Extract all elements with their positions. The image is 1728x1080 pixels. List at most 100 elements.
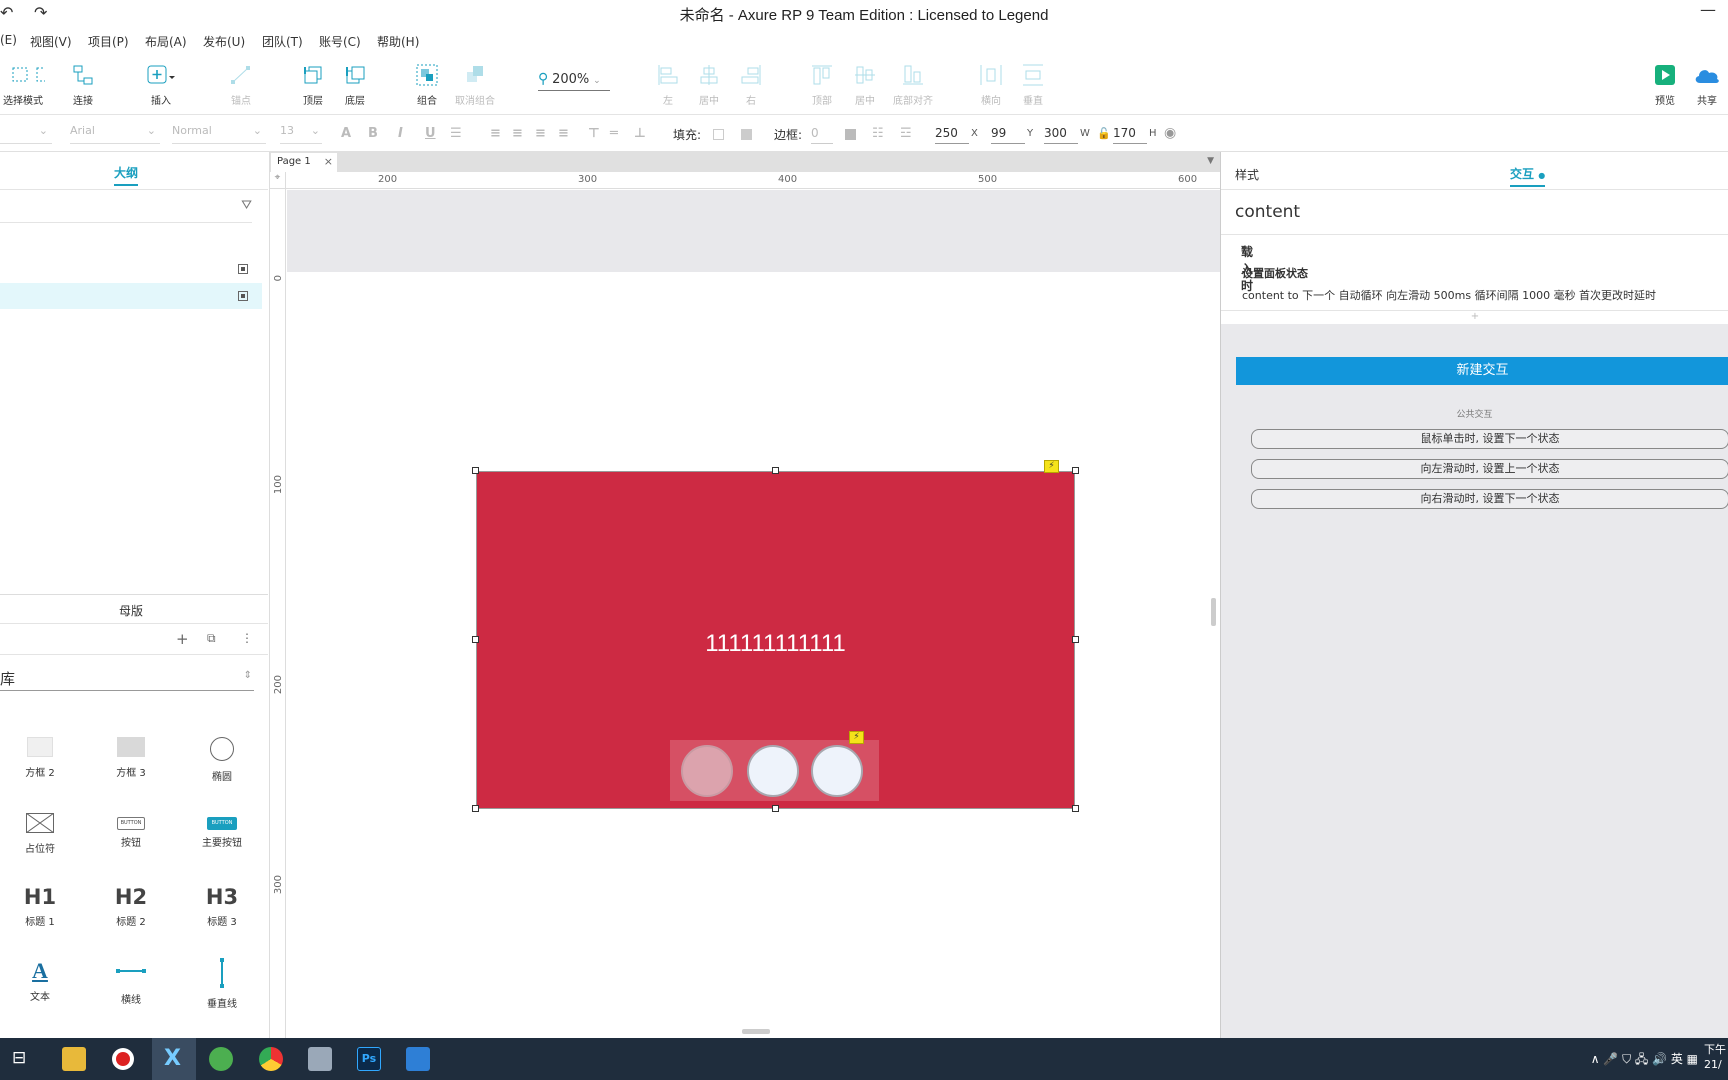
action-detail[interactable]: content to 下一个 自动循环 向左滑动 500ms 循环间隔 1000… xyxy=(1242,287,1656,303)
height-input[interactable]: 170 xyxy=(1113,126,1147,144)
widget-heading-2[interactable]: H2 标题 2 xyxy=(91,885,171,928)
axure-app-icon[interactable]: X xyxy=(152,1038,196,1080)
widget-name-field[interactable]: content xyxy=(1235,202,1300,222)
align-text-left-icon[interactable]: ≡ xyxy=(490,126,501,141)
font-style-select[interactable]: Normal ⌄ xyxy=(172,124,266,144)
resize-handle[interactable] xyxy=(772,805,779,812)
send-to-bottom-button[interactable]: 底层 xyxy=(330,64,380,107)
x-input[interactable]: 250 xyxy=(935,126,969,144)
justify-text-icon[interactable]: ≡ xyxy=(558,126,569,141)
copy-icon[interactable]: ⧉ xyxy=(207,631,216,646)
menu-view[interactable]: 视图(V) xyxy=(30,33,72,50)
add-action-icon[interactable]: + xyxy=(1221,310,1728,324)
interaction-badge-icon[interactable]: ⚡ xyxy=(849,731,864,744)
clock[interactable]: 下午 21/ xyxy=(1704,1042,1726,1072)
share-button[interactable]: 共享 xyxy=(1682,64,1728,107)
align-middle-button[interactable]: 居中 xyxy=(840,64,890,107)
menu-layout[interactable]: 布局(A) xyxy=(145,33,187,50)
tab-style[interactable]: 样式 xyxy=(1235,166,1259,183)
menu-account[interactable]: 账号(C) xyxy=(319,33,361,50)
insert-button[interactable]: 插入 xyxy=(136,64,186,107)
common-interaction-swipe-left[interactable]: 向左滑动时, 设置上一个状态 xyxy=(1251,459,1728,479)
zoom-select[interactable]: ⚲ 200% ⌄ xyxy=(538,71,610,91)
filter-icon[interactable]: ⛛ xyxy=(241,198,252,213)
media-player-icon[interactable] xyxy=(406,1047,430,1071)
widget-horizontal-line[interactable]: 横线 xyxy=(91,958,171,1006)
chrome-icon[interactable] xyxy=(259,1047,283,1071)
italic-icon[interactable]: I xyxy=(398,126,403,141)
connect-button[interactable]: 连接 xyxy=(58,64,108,107)
outline-item[interactable] xyxy=(0,256,262,282)
valign-bottom-icon[interactable]: ⊥ xyxy=(634,126,646,141)
border-width-input[interactable]: 0 xyxy=(811,126,833,144)
widget-box-3[interactable]: 方框 3 xyxy=(91,737,171,779)
minimize-button[interactable]: — xyxy=(1700,0,1716,19)
common-interaction-swipe-right[interactable]: 向右滑动时, 设置下一个状态 xyxy=(1251,489,1728,509)
fill-color-swatch[interactable] xyxy=(713,129,724,140)
outline-item-selected[interactable] xyxy=(0,283,262,309)
action-title[interactable]: 设置面板状态 xyxy=(1242,265,1308,281)
font-size-select[interactable]: 13 ⌄ xyxy=(280,124,322,144)
tab-page-1[interactable]: Page 1 × xyxy=(271,153,337,172)
carousel-indicators[interactable]: ⚡ xyxy=(670,731,879,801)
panel-splitter-grip[interactable] xyxy=(1211,598,1216,626)
resize-handle[interactable] xyxy=(1072,805,1079,812)
resize-handle[interactable] xyxy=(472,467,479,474)
point-button[interactable]: 锚点 xyxy=(216,64,266,107)
menu-help[interactable]: 帮助(H) xyxy=(377,33,419,50)
outline-search-bar[interactable]: ⛛ xyxy=(0,190,252,223)
library-select[interactable]: 库 ⇕ xyxy=(0,668,254,691)
resize-handle[interactable] xyxy=(772,467,779,474)
ungroup-button[interactable]: 取消组合 xyxy=(450,64,500,107)
lock-icon[interactable]: 🔓 xyxy=(1097,127,1111,140)
resize-handle[interactable] xyxy=(1072,636,1079,643)
widget-heading-3[interactable]: H3 标题 3 xyxy=(182,885,262,928)
border-color-swatch[interactable] xyxy=(845,129,856,140)
add-icon[interactable]: + xyxy=(176,630,189,648)
scroll-grip[interactable] xyxy=(742,1029,770,1034)
bold-icon[interactable]: B xyxy=(368,126,378,141)
menu-publish[interactable]: 发布(U) xyxy=(203,33,245,50)
visibility-checkbox[interactable] xyxy=(238,264,248,274)
panel-text[interactable]: 111111111111 xyxy=(477,630,1074,658)
align-text-center-icon[interactable]: ≡ xyxy=(512,126,523,141)
fill-image-icon[interactable] xyxy=(741,129,752,140)
menu-team[interactable]: 团队(T) xyxy=(262,33,303,50)
event-onload[interactable]: ▾ 载入时 xyxy=(1221,234,1728,293)
border-style-icon[interactable]: ☷ xyxy=(872,126,884,141)
close-icon[interactable]: × xyxy=(324,155,333,168)
eye-icon[interactable]: ◉ xyxy=(1164,125,1176,141)
visibility-checkbox[interactable] xyxy=(238,291,248,301)
design-canvas[interactable]: 111111111111 ⚡ ⚡ xyxy=(287,190,1220,1038)
indicator-dot-active[interactable] xyxy=(681,745,733,797)
border-visibility-icon[interactable]: ☲ xyxy=(900,126,912,141)
align-bottom-button[interactable]: 底部对齐 xyxy=(888,64,938,107)
indicator-dot[interactable] xyxy=(747,745,799,797)
tab-menu-icon[interactable]: ▼ xyxy=(1207,156,1214,166)
menu-edit[interactable]: (E) xyxy=(0,33,17,47)
widget-text[interactable]: A 文本 xyxy=(0,958,80,1003)
record-icon[interactable] xyxy=(112,1048,134,1070)
style-select[interactable]: ⌄ xyxy=(0,124,52,144)
distribute-vertical-button[interactable]: 垂直 xyxy=(1008,64,1058,107)
360-browser-icon[interactable] xyxy=(209,1047,233,1071)
widget-box-2[interactable]: 方框 2 xyxy=(0,737,80,779)
widget-primary-button[interactable]: BUTTON 主要按钮 xyxy=(182,813,262,849)
widget-vertical-line[interactable]: 垂直线 xyxy=(182,958,262,1010)
list-icon[interactable]: ☰ xyxy=(450,126,462,141)
font-color-icon[interactable]: A xyxy=(341,126,351,141)
widget-heading-1[interactable]: H1 标题 1 xyxy=(0,885,80,928)
widget-ellipse[interactable]: 椭圆 xyxy=(182,737,262,783)
tab-interaction[interactable]: 交互 ● xyxy=(1510,165,1546,187)
menu-project[interactable]: 项目(P) xyxy=(88,33,129,50)
interaction-badge-icon[interactable]: ⚡ xyxy=(1044,460,1059,473)
tab-masters[interactable]: 母版 xyxy=(119,602,143,619)
tab-outline[interactable]: 大纲 xyxy=(114,164,139,186)
widget-button[interactable]: BUTTON 按钮 xyxy=(91,813,171,849)
file-explorer-icon[interactable] xyxy=(62,1047,86,1071)
underline-icon[interactable]: U xyxy=(425,126,436,141)
select-mode-button[interactable]: 选择模式 xyxy=(0,64,48,107)
width-input[interactable]: 300 xyxy=(1044,126,1078,144)
widget-placeholder[interactable]: 占位符 xyxy=(0,812,80,855)
network-app-icon[interactable] xyxy=(308,1047,332,1071)
